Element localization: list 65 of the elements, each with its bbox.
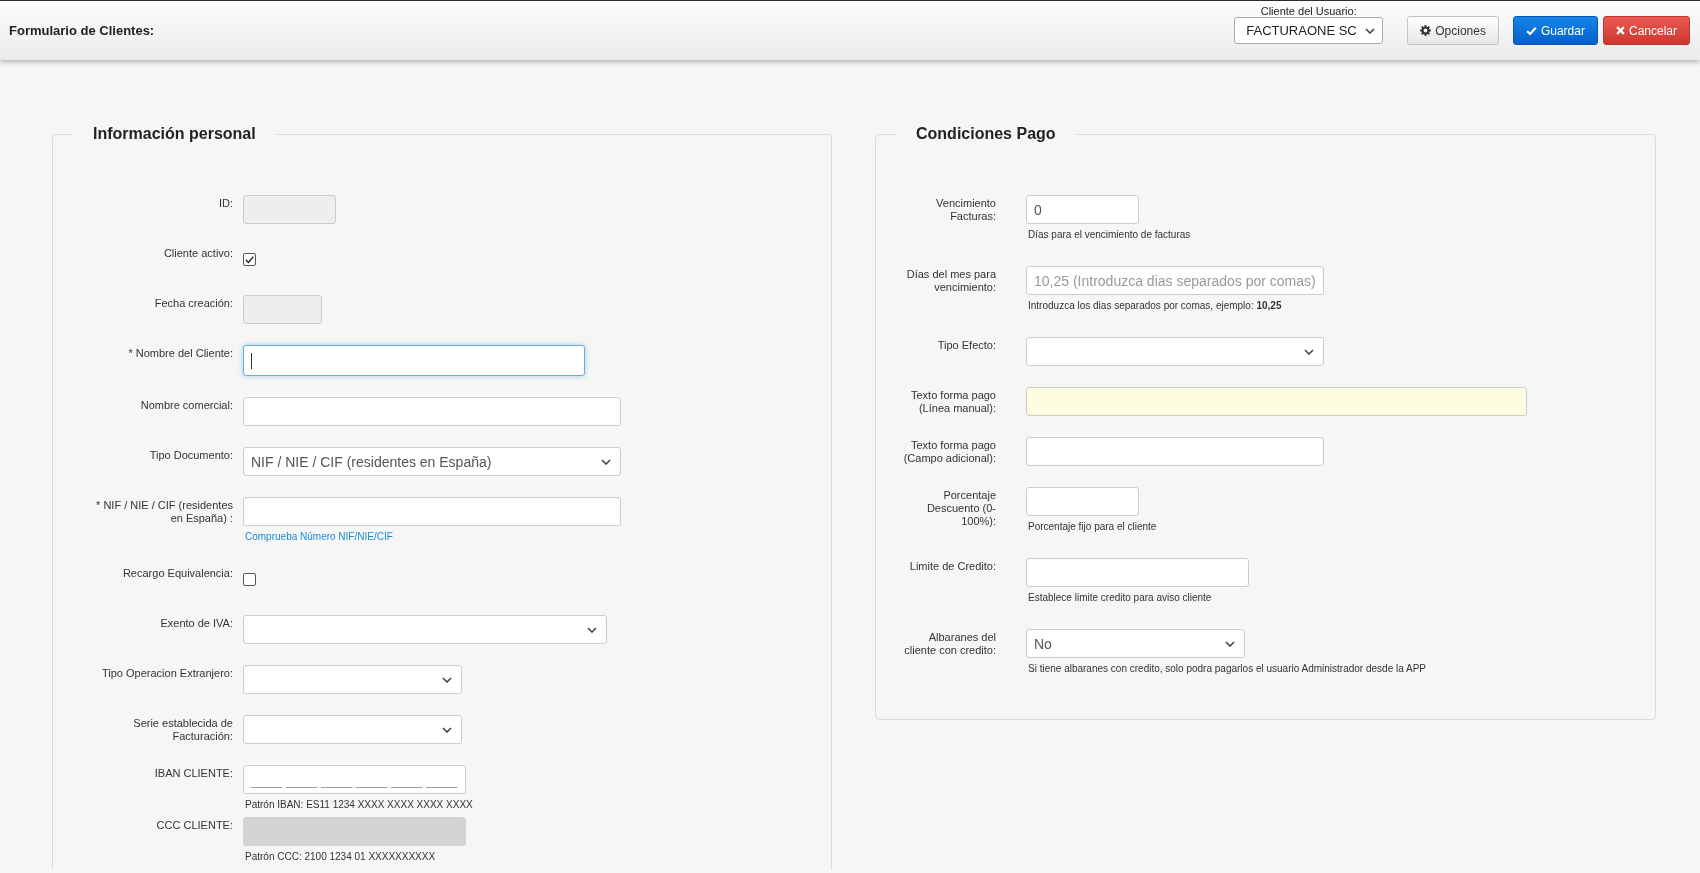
options-button[interactable]: Opciones	[1407, 16, 1499, 45]
dropdown[interactable]	[243, 715, 462, 744]
help-text: Si tiene albaranes con credito, solo podra pagarlos el usuario Administrador desde la APP	[1027, 662, 1427, 676]
field-label: Nombre comercial:	[139, 398, 233, 413]
page-title: Formulario de Clientes:	[9, 23, 155, 38]
field-label: Cliente del Usuario:	[1260, 6, 1357, 17]
field-label: Tipo Operacion Extranjero:	[100, 666, 233, 681]
dropdown[interactable]: No	[1026, 629, 1245, 658]
text-field[interactable]: 0	[1026, 195, 1139, 224]
field-label: Recargo Equivalencia:	[121, 566, 233, 581]
help-text: Días para el vencimiento de facturas	[1027, 228, 1191, 242]
save-button[interactable]: Guardar	[1512, 16, 1598, 45]
help-text: Patrón CCC: 2100 1234 01 XXXXXXXXXX	[244, 850, 436, 864]
help-text: Patrón IBAN: ES11 1234 XXXX XXXX XXXX XXXX	[244, 798, 473, 812]
field-label: CCC CLIENTE:	[155, 818, 233, 833]
text-field[interactable]	[243, 397, 621, 426]
text-field[interactable]	[1026, 437, 1324, 466]
dropdown[interactable]	[243, 615, 607, 644]
section-title: Condiciones Pago	[915, 124, 1057, 144]
field-label: Tipo Documento:	[148, 448, 233, 463]
help-text: Introduzca los dias separados por comas, ejemplo: 10,25	[1027, 299, 1282, 313]
check-icon	[1525, 25, 1537, 36]
field-label: IBAN CLIENTE:	[153, 766, 233, 781]
chevron-down-icon	[601, 458, 611, 465]
field-label: Albaranes del cliente con credito:	[903, 630, 996, 658]
chevron-down-icon	[1365, 27, 1376, 34]
client-dropdown[interactable]: FACTURAONE SC	[1234, 17, 1384, 44]
field-label: Texto forma pago (Campo adicional):	[902, 438, 996, 466]
dropdown[interactable]	[1026, 337, 1324, 366]
field-label: Texto forma pago (Línea manual):	[910, 388, 996, 416]
field-label: * NIF / NIE / CIF (residentes en España) :	[95, 498, 233, 526]
chevron-down-icon	[442, 676, 452, 683]
field-label: Limite de Credito:	[908, 559, 996, 574]
field-label: Días del mes para vencimiento:	[905, 267, 996, 295]
text-field[interactable]	[1026, 387, 1527, 416]
section-title: Información personal	[92, 124, 257, 144]
field-label: Tipo Efecto:	[936, 338, 996, 353]
text-field[interactable]	[243, 345, 585, 376]
field-label: * Nombre del Cliente:	[127, 346, 233, 361]
field-label: Fecha creación:	[153, 296, 233, 311]
field-label: Cliente activo:	[162, 246, 233, 261]
field-label: Exento de IVA:	[159, 616, 233, 631]
checkbox[interactable]	[243, 253, 256, 266]
help-text: Porcentaje fijo para el cliente	[1027, 520, 1157, 534]
text-cursor-icon	[251, 352, 252, 369]
text-field[interactable]	[243, 497, 621, 526]
dropdown[interactable]	[243, 665, 462, 694]
help-text: Establece limite credito para aviso cliente	[1027, 591, 1212, 605]
chevron-down-icon	[587, 626, 597, 633]
field-label: ID:	[217, 196, 233, 211]
cross-icon	[1615, 26, 1625, 35]
text-field[interactable]	[1026, 558, 1249, 587]
cancel-button[interactable]: Cancelar	[1602, 16, 1690, 45]
gear-icon	[1420, 25, 1432, 36]
dropdown[interactable]: NIF / NIE / CIF (residentes en España)	[243, 447, 621, 476]
text-field[interactable]	[243, 817, 466, 846]
chevron-down-icon	[1225, 640, 1235, 647]
chevron-down-icon	[442, 726, 452, 733]
text-field[interactable]	[1026, 487, 1139, 516]
chevron-down-icon	[1304, 348, 1314, 355]
field-label: Serie establecida de Facturación:	[132, 716, 233, 744]
help-link[interactable]: Comprueba Número NIF/NIE/CIF	[243, 530, 393, 544]
checkbox[interactable]	[243, 573, 256, 586]
field-label: Vencimiento Facturas:	[935, 196, 996, 224]
field-label: Porcentaje Descuento (0-100%):	[925, 488, 996, 529]
